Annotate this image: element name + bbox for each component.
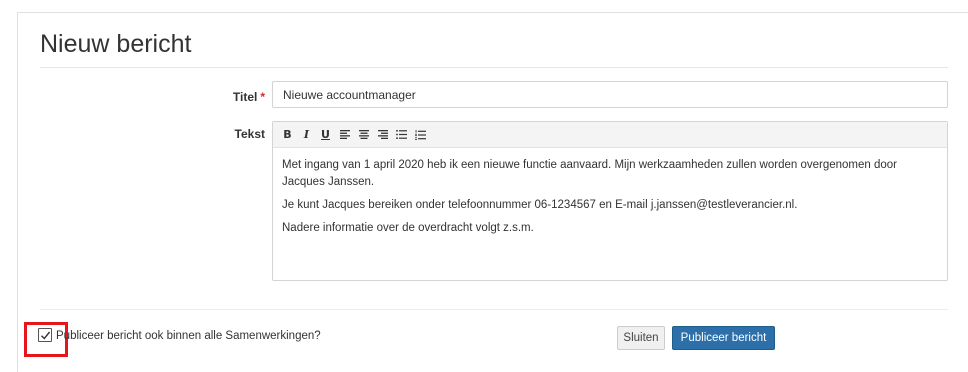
page-title: Nieuw bericht — [40, 30, 192, 58]
align-center-icon[interactable] — [354, 126, 373, 144]
underline-icon[interactable]: U — [316, 126, 335, 144]
italic-icon[interactable]: I — [297, 126, 316, 144]
checkmark-icon — [41, 331, 51, 340]
editor-paragraph: Met ingang van 1 april 2020 heb ik een n… — [282, 159, 897, 188]
numbered-list-icon[interactable] — [411, 126, 430, 144]
titel-label-text: Titel — [232, 90, 258, 104]
publish-all-checkbox[interactable] — [38, 328, 52, 342]
bullet-list-icon[interactable] — [392, 126, 411, 144]
footer-divider — [40, 309, 948, 310]
editor-toolbar: B I U — [273, 122, 947, 148]
editor-paragraph: Je kunt Jacques bereiken onder telefoonn… — [282, 199, 798, 211]
tekst-label: Tekst — [234, 127, 265, 141]
editor-paragraph: Nadere informatie over de overdracht vol… — [282, 222, 534, 234]
align-left-icon[interactable] — [335, 126, 354, 144]
editor-content[interactable]: Met ingang van 1 april 2020 heb ik een n… — [273, 148, 947, 237]
close-button[interactable]: Sluiten — [617, 326, 665, 350]
publish-button[interactable]: Publiceer bericht — [672, 326, 775, 350]
publish-all-label[interactable]: Publiceer bericht ook binnen alle Samenw… — [56, 330, 321, 342]
titel-input[interactable] — [272, 81, 948, 108]
required-marker: * — [260, 90, 265, 104]
align-right-icon[interactable] — [373, 126, 392, 144]
rich-text-editor[interactable]: B I U Met ingang van 1 april 2020 heb ik… — [272, 121, 948, 281]
dialog-panel: Nieuw bericht Titel* Tekst B I U — [17, 12, 968, 372]
title-divider — [40, 67, 948, 68]
titel-label: Titel * — [233, 90, 265, 104]
bold-icon[interactable]: B — [278, 126, 297, 144]
